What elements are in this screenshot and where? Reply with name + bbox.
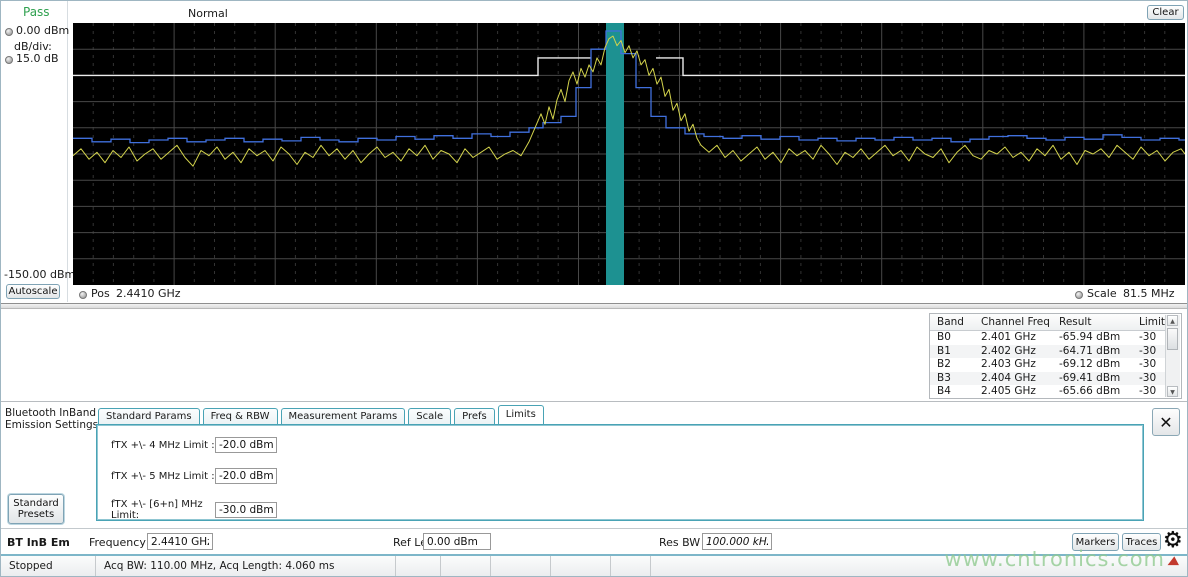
- scroll-down-icon[interactable]: ▼: [1167, 386, 1178, 397]
- limit-field-row: fTX +\- 4 MHz Limit :: [111, 437, 277, 453]
- limit-field-input[interactable]: [215, 502, 277, 518]
- table-cell: -65.66 dBm: [1052, 385, 1132, 399]
- pos-value[interactable]: 2.4410 GHz: [116, 287, 181, 300]
- markers-button[interactable]: Markers: [1072, 533, 1119, 551]
- clear-button[interactable]: Clear: [1147, 5, 1184, 20]
- spectrum-chart-area[interactable]: [73, 23, 1185, 285]
- table-cell: -64.71 dBm: [1052, 345, 1132, 359]
- db-per-div-knob-icon[interactable]: [5, 56, 13, 64]
- status-empty-cell: [441, 556, 491, 577]
- limit-field-label: fTX +\- [6+n] MHz Limit:: [111, 499, 215, 521]
- ref-level-readout[interactable]: 0.00 dBm: [16, 24, 69, 37]
- limit-mask-white: [73, 58, 591, 76]
- table-row[interactable]: B42.405 GHz-65.66 dBm-30: [930, 385, 1166, 399]
- status-state-cell: Stopped: [1, 556, 96, 577]
- ref-level-knob-icon[interactable]: [5, 28, 13, 36]
- scale-value[interactable]: 81.5 MHz: [1123, 287, 1175, 300]
- res-bw-input[interactable]: [702, 533, 772, 550]
- tab-standard-params[interactable]: Standard Params: [98, 408, 200, 424]
- close-icon: ✕: [1159, 413, 1172, 432]
- table-row[interactable]: B22.403 GHz-69.12 dBm-30: [930, 358, 1166, 372]
- trace-mode-label: Normal: [188, 7, 228, 20]
- channel-marker-band: [606, 23, 624, 285]
- traces-button[interactable]: Traces: [1122, 533, 1161, 551]
- horizontal-splitter[interactable]: [1, 303, 1188, 309]
- status-acq-cell: Acq BW: 110.00 MHz, Acq Length: 4.060 ms: [96, 556, 396, 577]
- db-per-div-value[interactable]: 15.0 dB: [16, 52, 59, 65]
- status-empty-cell: [491, 556, 551, 577]
- scale-label: Scale: [1087, 287, 1117, 300]
- table-header-cell: Limit: [1132, 314, 1166, 330]
- limit-field-input[interactable]: [215, 468, 277, 484]
- table-cell: -30: [1132, 358, 1166, 372]
- app-window: Pass Normal Clear 0.00 dBm dB/div: 15.0 …: [0, 0, 1188, 577]
- table-scrollbar[interactable]: ▲ ▼: [1165, 315, 1180, 397]
- tab-scale[interactable]: Scale: [408, 408, 451, 424]
- settings-panel: Bluetooth InBand Emission Settings Stand…: [1, 401, 1188, 528]
- table-cell: -69.12 dBm: [1052, 358, 1132, 372]
- results-table: BandChannel FreqResultLimitB02.401 GHz-6…: [929, 313, 1182, 399]
- table-cell: B1: [930, 345, 974, 359]
- table-cell: B2: [930, 358, 974, 372]
- table-cell: -69.41 dBm: [1052, 372, 1132, 386]
- table-cell: 2.402 GHz: [974, 345, 1052, 359]
- limits-tab-content: fTX +\- 4 MHz Limit : fTX +\- 5 MHz Limit…: [96, 424, 1144, 521]
- table-header-cell: Result: [1052, 314, 1132, 330]
- table-row[interactable]: B12.402 GHz-64.71 dBm-30: [930, 345, 1166, 359]
- tab-limits[interactable]: Limits: [498, 405, 544, 424]
- limit-field-label: fTX +\- 4 MHz Limit :: [111, 440, 215, 451]
- table-cell: 2.405 GHz: [974, 385, 1052, 399]
- pos-label: Pos: [91, 287, 110, 300]
- table-cell: -30: [1132, 372, 1166, 386]
- table-cell: B4: [930, 385, 974, 399]
- limit-field-row: fTX +\- [6+n] MHz Limit:: [111, 499, 277, 521]
- tab-prefs[interactable]: Prefs: [454, 408, 495, 424]
- settings-gear-icon[interactable]: ⚙: [1163, 530, 1183, 552]
- close-settings-button[interactable]: ✕: [1152, 408, 1180, 436]
- tab-freq-rbw[interactable]: Freq & RBW: [203, 408, 278, 424]
- autoscale-button[interactable]: Autoscale: [6, 284, 60, 299]
- status-bar: StoppedAcq BW: 110.00 MHz, Acq Length: 4…: [1, 554, 1188, 577]
- scale-knob-icon[interactable]: [1075, 291, 1083, 299]
- bottom-level-readout: -150.00 dBm: [4, 268, 75, 281]
- ref-lev-input[interactable]: [423, 533, 491, 550]
- status-empty-cell: [651, 556, 1188, 577]
- table-header-cell: Band: [930, 314, 974, 330]
- max-trace-blue: [73, 31, 1185, 143]
- standard-presets-button[interactable]: Standard Presets: [8, 494, 64, 524]
- measurement-mode-label: BT InB Em: [7, 536, 70, 549]
- table-cell: -65.94 dBm: [1052, 331, 1132, 345]
- table-cell: 2.404 GHz: [974, 372, 1052, 386]
- limit-field-label: fTX +\- 5 MHz Limit :: [111, 471, 215, 482]
- scroll-up-icon[interactable]: ▲: [1167, 315, 1178, 326]
- control-bar: BT InB Em Frequency Ref Lev Res BW Marke…: [1, 528, 1188, 555]
- frequency-input[interactable]: [147, 533, 213, 550]
- status-empty-cell: [396, 556, 441, 577]
- tab-measurement-params[interactable]: Measurement Params: [281, 408, 406, 424]
- table-cell: 2.403 GHz: [974, 358, 1052, 372]
- table-header-cell: Channel Freq: [974, 314, 1052, 330]
- spectrum-svg: [73, 23, 1185, 285]
- limit-mask-white: [656, 58, 1185, 76]
- pos-knob-icon[interactable]: [79, 291, 87, 299]
- table-cell: B0: [930, 331, 974, 345]
- table-cell: -30: [1132, 331, 1166, 345]
- table-row[interactable]: B02.401 GHz-65.94 dBm-30: [930, 331, 1166, 345]
- table-cell: B3: [930, 372, 974, 386]
- table-header-row: BandChannel FreqResultLimit: [930, 314, 1166, 331]
- table-cell: -30: [1132, 385, 1166, 399]
- status-empty-cell: [551, 556, 611, 577]
- settings-tabs: Standard ParamsFreq & RBWMeasurement Par…: [98, 407, 547, 424]
- results-table-rows: BandChannel FreqResultLimitB02.401 GHz-6…: [930, 314, 1166, 398]
- frequency-label: Frequency: [89, 536, 146, 549]
- limit-field-input[interactable]: [215, 437, 277, 453]
- table-cell: 2.401 GHz: [974, 331, 1052, 345]
- scroll-thumb[interactable]: [1167, 328, 1178, 350]
- limit-field-row: fTX +\- 5 MHz Limit :: [111, 468, 277, 484]
- res-bw-label: Res BW: [659, 536, 700, 549]
- settings-panel-title: Bluetooth InBand Emission Settings: [5, 407, 98, 431]
- table-cell: -30: [1132, 345, 1166, 359]
- status-empty-cell: [611, 556, 651, 577]
- table-row[interactable]: B32.404 GHz-69.41 dBm-30: [930, 372, 1166, 386]
